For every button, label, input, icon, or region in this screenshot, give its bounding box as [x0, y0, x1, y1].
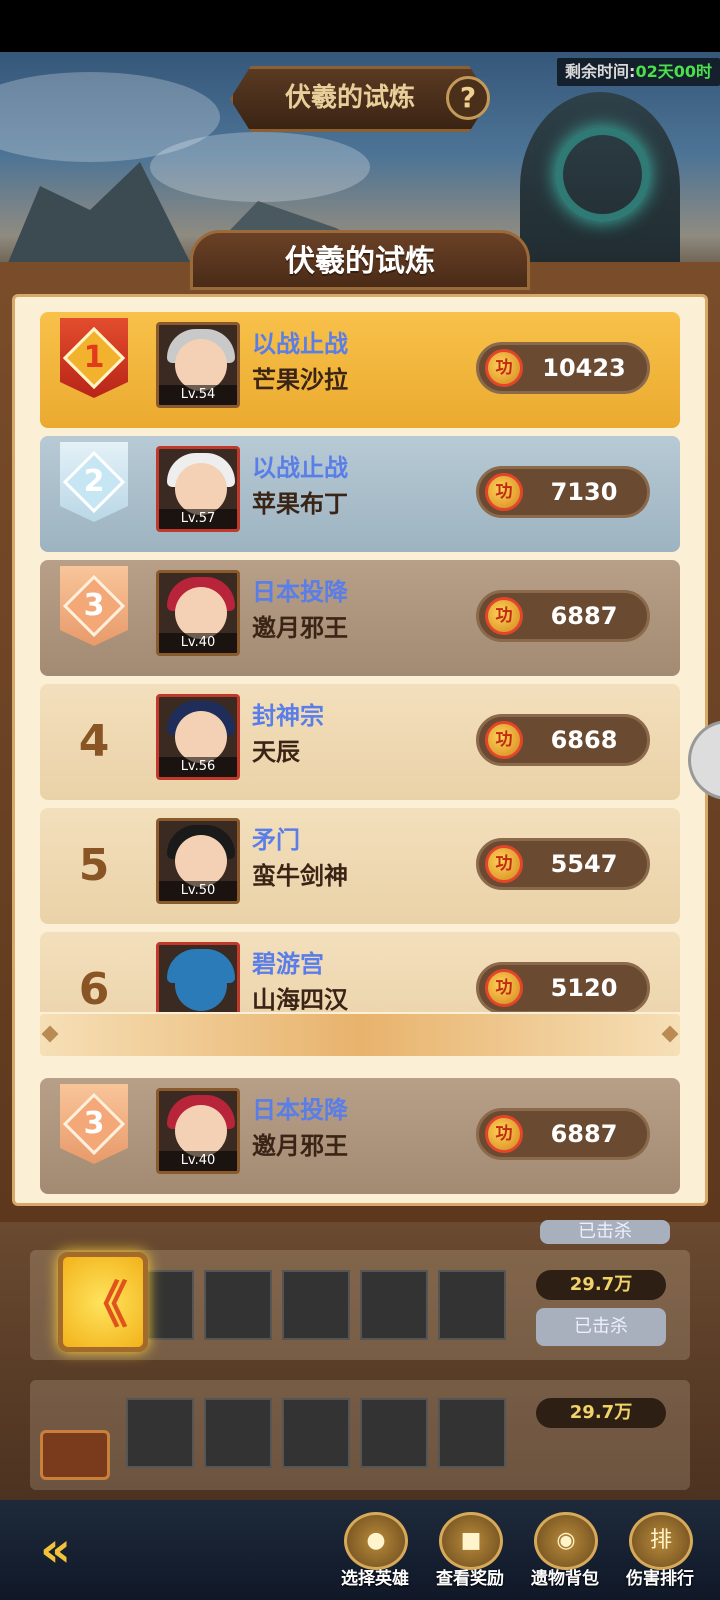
guild-name: 以战止战 — [252, 454, 348, 482]
player-avatar[interactable] — [156, 942, 240, 1012]
merit-icon: 功 — [485, 721, 523, 759]
ranking-row-1[interactable]: 1 Lv.54 以战止战 芒果沙拉 功 10423 — [40, 312, 680, 428]
guild-name: 封神宗 — [252, 702, 324, 730]
rank-2-medal: 2 — [56, 442, 132, 536]
rank-number: 5 — [78, 840, 110, 891]
player-name: 苹果布丁 — [252, 490, 348, 518]
status-bar — [0, 0, 720, 52]
score-badge: 功 5547 — [476, 838, 650, 890]
ranking-row-4[interactable]: 4 Lv.56 封神宗 天辰 功 6868 — [40, 684, 680, 800]
boss-power: 29.7万 — [536, 1398, 666, 1428]
player-name: 邀月邪王 — [252, 1132, 348, 1160]
boss-slot[interactable]: 29.7万 — [30, 1380, 690, 1490]
killed-label: 已击杀 — [540, 1220, 670, 1244]
player-avatar[interactable]: Lv.54 — [156, 322, 240, 408]
merit-icon: 功 — [485, 1115, 523, 1153]
merit-icon: 功 — [485, 969, 523, 1007]
divider — [40, 1014, 680, 1056]
merit-icon: 功 — [485, 597, 523, 635]
rank-number: 4 — [78, 716, 110, 767]
guild-name: 日本投降 — [252, 578, 348, 606]
player-name: 山海四汉 — [252, 986, 348, 1012]
merit-icon: 功 — [485, 473, 523, 511]
boss-power: 29.7万 — [536, 1270, 666, 1300]
view-rewards-button[interactable]: ■ 查看奖励 — [425, 1512, 515, 1596]
score-badge: 功 6887 — [476, 1108, 650, 1160]
score-badge: 功 6887 — [476, 590, 650, 642]
score-badge: 功 6868 — [476, 714, 650, 766]
guild-name: 以战止战 — [252, 330, 348, 358]
merit-icon: 功 — [485, 845, 523, 883]
top-title: 伏羲的试炼 — [284, 83, 415, 113]
chest-icon: ■ — [439, 1512, 503, 1570]
back-arrow-icon: 《 — [78, 1276, 128, 1334]
glowing-ring — [555, 127, 650, 222]
rank-number: 6 — [78, 964, 110, 1012]
ranking-list[interactable]: 1 Lv.54 以战止战 芒果沙拉 功 10423 2 Lv.57 以战止战 苹果… — [40, 312, 680, 1012]
ranking-row-2[interactable]: 2 Lv.57 以战止战 苹果布丁 功 7130 — [40, 436, 680, 552]
player-avatar[interactable]: Lv.56 — [156, 694, 240, 780]
rank-3-medal: 3 — [56, 1084, 132, 1178]
guild-name: 碧游宫 — [252, 950, 324, 978]
score-badge: 功 10423 — [476, 342, 650, 394]
select-hero-button[interactable]: ● 选择英雄 — [330, 1512, 420, 1596]
back-button[interactable]: 《 — [58, 1252, 148, 1352]
rank-3-medal: 3 — [56, 566, 132, 660]
my-ranking-row[interactable]: 3 Lv.40 日本投降 邀月邪王 功 6887 — [40, 1078, 680, 1194]
score-badge: 功 5120 — [476, 962, 650, 1012]
player-name: 芒果沙拉 — [252, 366, 348, 394]
player-avatar[interactable]: Lv.40 — [156, 570, 240, 656]
player-avatar[interactable]: Lv.50 — [156, 818, 240, 904]
player-avatar[interactable]: Lv.57 — [156, 446, 240, 532]
hero-icon: ● — [344, 1512, 408, 1570]
ranking-row-5[interactable]: 5 Lv.50 矛门 蛮牛剑神 功 5547 — [40, 808, 680, 924]
remaining-time: 剩余时间:02天00时 — [557, 58, 720, 86]
killed-label: 已击杀 — [536, 1308, 666, 1346]
guild-name: 矛门 — [252, 826, 300, 854]
merit-icon: 功 — [485, 349, 523, 387]
damage-ranking-button[interactable]: 排 伤害排行 — [615, 1512, 705, 1596]
help-icon[interactable]: ? — [446, 76, 490, 120]
bag-icon: ◉ — [534, 1512, 598, 1570]
guild-name: 日本投降 — [252, 1096, 348, 1124]
ranking-row-3[interactable]: 3 Lv.40 日本投降 邀月邪王 功 6887 — [40, 560, 680, 676]
player-avatar[interactable]: Lv.40 — [156, 1088, 240, 1174]
chest-icon — [40, 1430, 110, 1480]
player-name: 天辰 — [252, 738, 300, 766]
score-badge: 功 7130 — [476, 466, 650, 518]
player-name: 蛮牛剑神 — [252, 862, 348, 890]
relic-bag-button[interactable]: ◉ 遗物背包 — [520, 1512, 610, 1596]
player-name: 邀月邪王 — [252, 614, 348, 642]
panel-title: 伏羲的试炼 — [285, 244, 435, 279]
rank-1-medal: 1 — [56, 318, 132, 412]
rank-icon: 排 — [629, 1512, 693, 1570]
ranking-row-6[interactable]: 6 碧游宫 山海四汉 功 5120 — [40, 932, 680, 1012]
return-arrow-icon[interactable]: « — [40, 1520, 120, 1580]
